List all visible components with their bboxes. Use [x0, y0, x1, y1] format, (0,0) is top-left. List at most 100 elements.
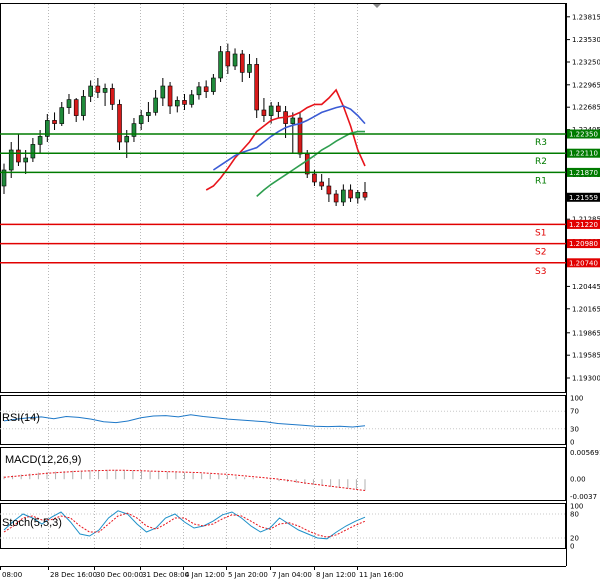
- bullish-candle: [160, 85, 166, 99]
- bullish-candle: [138, 115, 144, 124]
- bullish-candle: [102, 88, 108, 93]
- price-panel-frame: [0, 3, 566, 393]
- current-price-value: 1.21559: [569, 194, 598, 202]
- grid-layer: [0, 4, 566, 548]
- bearish-candle: [117, 104, 122, 143]
- bullish-candle: [218, 51, 223, 79]
- rsi-panel-frame: [0, 395, 566, 445]
- indicator-titles: RSI(14) MACD(12,26,9) Stoch(5,5,3): [2, 412, 81, 529]
- bullish-candle: [66, 99, 72, 108]
- pivot-level-name: S3: [535, 267, 546, 277]
- macd-title: MACD(12,26,9): [5, 454, 81, 466]
- bullish-candle: [146, 112, 151, 116]
- bullish-candle: [59, 107, 65, 124]
- chart-canvas: R3 R2 R1 S1 S2 S3 RSI(14) MACD(12,26,9) Stoch…: [0, 3, 600, 579]
- rsi-tick-label: 100: [570, 395, 583, 403]
- stoch-panel-frame: [0, 503, 566, 549]
- bearish-candle: [16, 149, 21, 163]
- bullish-candle: [124, 136, 130, 143]
- price-layer: R3 R2 R1 S1 S2 S3: [0, 43, 566, 277]
- bearish-candle: [348, 189, 353, 199]
- pivot-level-value: 1.21220: [569, 221, 598, 229]
- price-tick-label: 1.22965: [572, 81, 600, 89]
- bullish-candle: [196, 86, 202, 96]
- pivot-level-value: 1.20980: [569, 240, 598, 248]
- bearish-candle: [312, 173, 317, 183]
- stoch-tick-label: 80: [570, 511, 579, 519]
- bearish-candle: [333, 193, 339, 203]
- macd-tick-label: 0.005691: [570, 449, 600, 457]
- stoch-tick-label: 20: [570, 535, 579, 543]
- bullish-candle: [247, 64, 252, 73]
- price-tick-label: 1.23815: [572, 13, 600, 21]
- x-tick-label: 7 Jan 04:00: [272, 571, 312, 579]
- bullish-candle: [88, 85, 93, 97]
- rsi-tick-label: 0: [570, 439, 574, 447]
- bullish-candle: [189, 94, 195, 105]
- x-tick-label: 31 Dec 08:00: [142, 571, 189, 579]
- stoch-tick-label: 0: [570, 543, 574, 551]
- shift-marker-icon[interactable]: [373, 4, 381, 8]
- rsi-line: [3, 414, 366, 428]
- x-tick-label: 08:00: [2, 571, 22, 579]
- bullish-candle: [290, 117, 296, 124]
- bullish-candle: [232, 53, 238, 67]
- price-tick-label: 1.20445: [572, 283, 600, 291]
- stoch-tick-label: 100: [570, 503, 583, 511]
- price-tick-label: 1.22685: [572, 104, 600, 112]
- bearish-candle: [95, 85, 101, 93]
- macd-tick-label: 0.00: [570, 476, 586, 484]
- bearish-candle: [239, 53, 245, 73]
- bearish-candle: [167, 85, 173, 107]
- pivot-level-name: S2: [535, 248, 546, 258]
- bullish-candle: [37, 136, 43, 145]
- bullish-candle: [30, 144, 36, 159]
- bearish-candle: [110, 88, 115, 105]
- x-tick-label: 28 Dec 16:00: [50, 571, 97, 579]
- price-tick-label: 1.23250: [572, 59, 600, 67]
- bullish-candle: [341, 189, 346, 203]
- x-tick-label: 5 Jan 20:00: [228, 571, 268, 579]
- price-tick-label: 1.19585: [572, 352, 600, 360]
- pivot-level-name: S1: [535, 228, 546, 238]
- rsi-tick-label: 70: [570, 408, 579, 416]
- bullish-candle: [355, 192, 361, 199]
- bearish-candle: [254, 64, 259, 111]
- pivot-level-value: 1.22350: [569, 131, 598, 139]
- pivot-level-name: R2: [535, 157, 547, 167]
- bullish-candle: [153, 97, 158, 113]
- bearish-candle: [225, 51, 231, 67]
- rsi-title: RSI(14): [2, 412, 40, 424]
- bearish-candle: [276, 105, 281, 112]
- x-tick-label: 4 Jan 12:00: [185, 571, 225, 579]
- price-tick-label: 1.23530: [572, 36, 600, 44]
- bullish-candle: [23, 157, 28, 163]
- pivot-level-value: 1.22110: [569, 150, 598, 158]
- bearish-candle: [261, 109, 267, 116]
- rsi-tick-label: 30: [570, 425, 579, 433]
- bearish-candle: [182, 100, 187, 105]
- pivot-level-name: R3: [535, 138, 547, 148]
- pivot-level-name: R1: [535, 176, 547, 186]
- panel-frames: [0, 3, 567, 567]
- bearish-candle: [73, 99, 79, 116]
- bearish-candle: [52, 120, 57, 124]
- bearish-candle: [304, 153, 310, 175]
- bearish-candle: [326, 185, 332, 195]
- moving-average-line: [256, 130, 365, 197]
- x-tick-label: 8 Jan 12:00: [316, 571, 356, 579]
- bearish-candle: [203, 86, 209, 92]
- pivot-level-value: 1.21870: [569, 169, 598, 177]
- price-tick-label: 1.19300: [572, 375, 600, 383]
- price-tick-label: 1.19865: [572, 329, 600, 337]
- macd-panel-frame: [0, 447, 566, 501]
- x-tick-label: 11 Jan 16:00: [359, 571, 403, 579]
- x-tick-label: 30 Dec 00:00: [96, 571, 143, 579]
- bullish-candle: [81, 96, 86, 116]
- bullish-candle: [211, 77, 216, 92]
- stoch-title: Stoch(5,5,3): [2, 517, 62, 529]
- bullish-candle: [174, 100, 180, 107]
- price-tick-label: 1.20165: [572, 305, 600, 313]
- bearish-candle: [319, 181, 324, 187]
- pivot-level-value: 1.20740: [569, 259, 598, 267]
